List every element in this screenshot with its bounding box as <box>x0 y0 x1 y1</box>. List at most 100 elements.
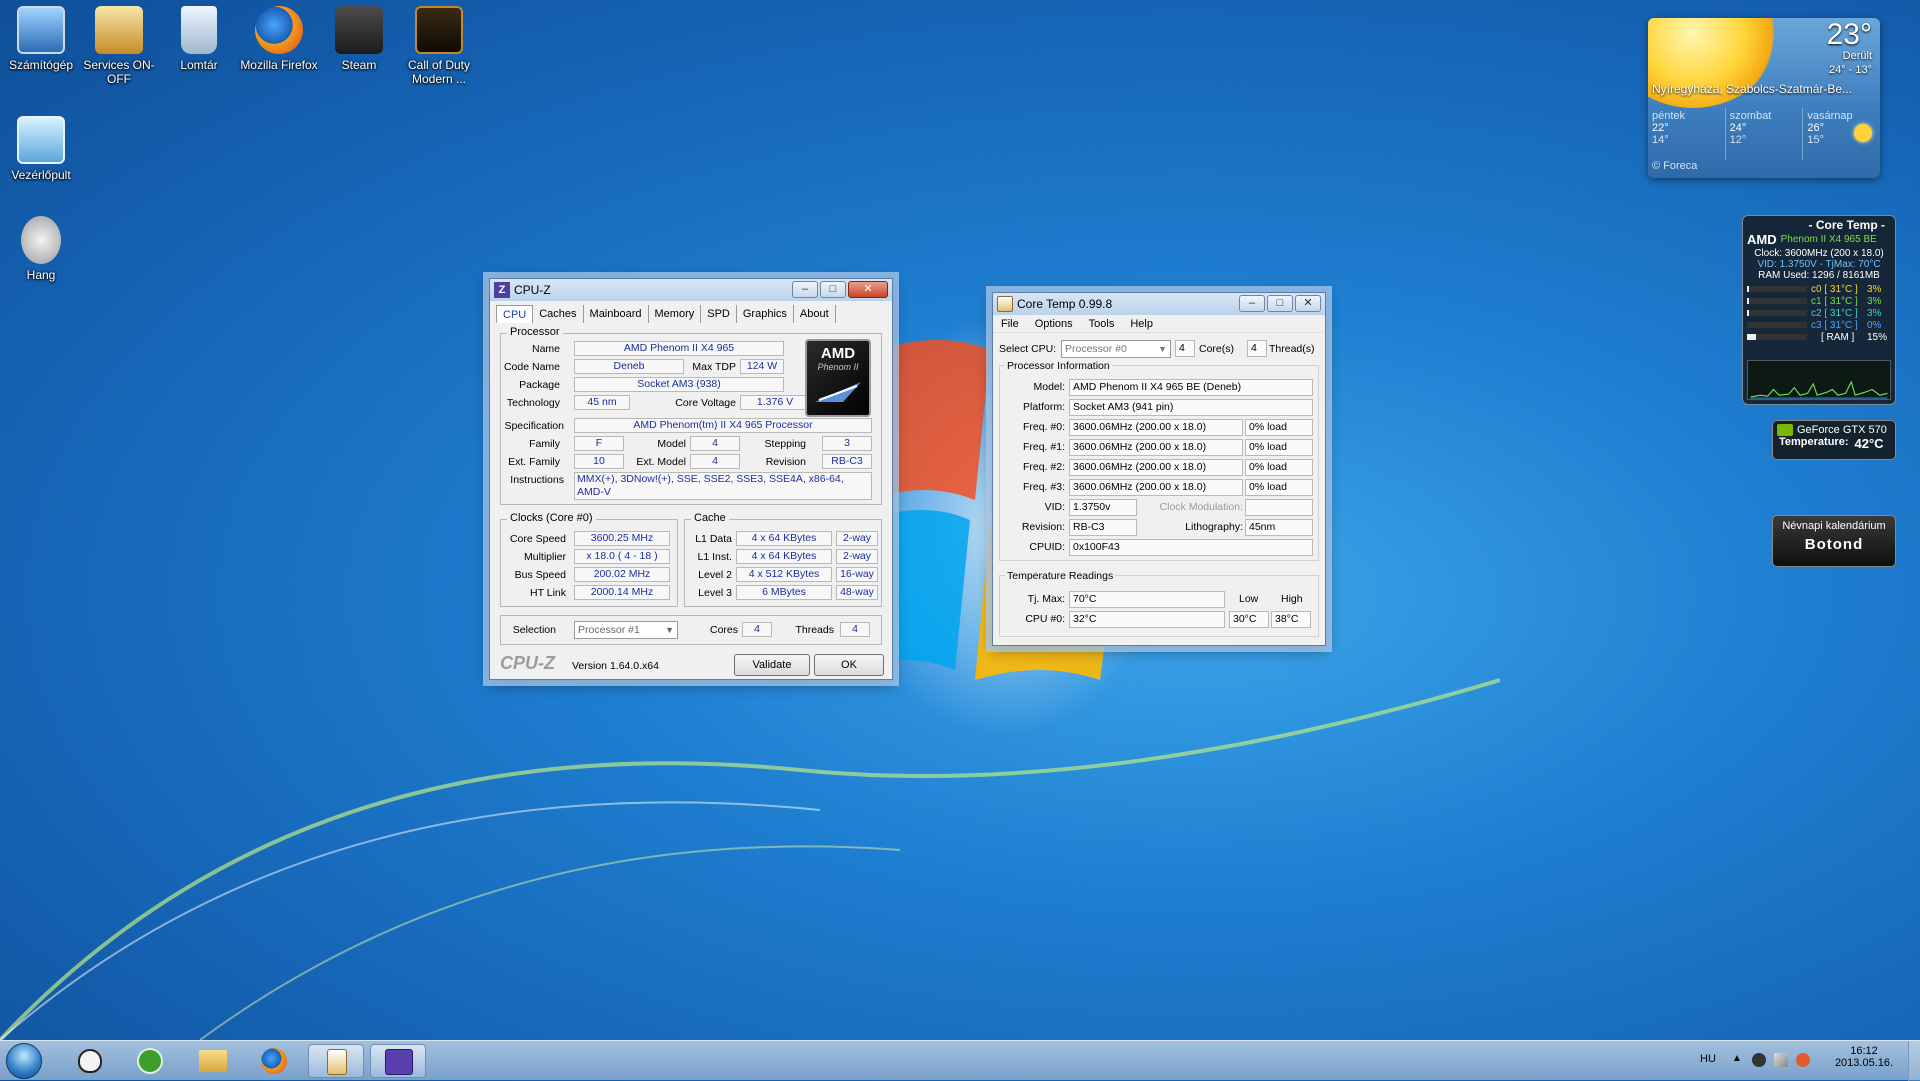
revision-label: Revision: <box>1021 521 1065 533</box>
freq1-load: 0% load <box>1245 439 1313 456</box>
tjmax-value: 70°C <box>1069 591 1225 608</box>
tray-clock[interactable]: 16:12 2013.05.16. <box>1822 1045 1906 1069</box>
coretemp-menubar: File Options Tools Help <box>993 315 1325 333</box>
minimize-button[interactable]: – <box>1239 295 1265 312</box>
high-label: High <box>1281 593 1303 605</box>
taskbar-alienware[interactable] <box>62 1044 118 1078</box>
desktop-icon-computer[interactable]: Számítógép <box>0 6 82 72</box>
taskbar-firefox[interactable] <box>246 1044 302 1078</box>
minimize-button[interactable]: – <box>792 281 818 298</box>
language-indicator[interactable]: HU <box>1700 1053 1716 1065</box>
taskbar-cpuz[interactable] <box>370 1044 426 1078</box>
extmodel-label: Ext. Model <box>636 456 686 468</box>
cpuz-window[interactable]: Z CPU-Z – □ ✕ CPU Caches Mainboard Memor… <box>489 278 893 680</box>
computer-icon <box>17 6 65 54</box>
weather-gadget[interactable]: 23° Derült 24° - 13° Nyíregyháza, Szabol… <box>1648 18 1880 178</box>
menu-options[interactable]: Options <box>1035 315 1073 332</box>
window-title: Core Temp 0.99.8 <box>1017 297 1113 311</box>
desktop-icon-control-panel[interactable]: Vezérlőpult <box>0 116 82 182</box>
tab-about[interactable]: About <box>794 305 836 323</box>
speaker-icon <box>21 216 61 264</box>
recycle-bin-icon <box>181 6 217 54</box>
validate-button[interactable]: Validate <box>734 654 810 676</box>
l1i-label: L1 Inst. <box>697 551 732 563</box>
explorer-icon <box>199 1050 227 1072</box>
core-bar-track <box>1747 310 1807 316</box>
menu-tools[interactable]: Tools <box>1089 315 1115 332</box>
taskbar-explorer[interactable] <box>184 1044 240 1078</box>
steam-tray-icon[interactable] <box>1752 1053 1766 1067</box>
cpuid-label: CPUID: <box>1029 541 1065 553</box>
coretemp-gadget[interactable]: - Core Temp - AMD Phenom II X4 965 BE Cl… <box>1742 215 1896 405</box>
amd-phenom-logo: AMD Phenom II <box>805 339 871 417</box>
coretemp-window[interactable]: Core Temp 0.99.8 – □ ✕ File Options Tool… <box>992 292 1326 646</box>
stepping-label: Stepping <box>764 438 806 450</box>
desktop-icon-label: Vezérlőpult <box>11 168 71 182</box>
tab-memory[interactable]: Memory <box>649 305 702 323</box>
tab-spd[interactable]: SPD <box>701 305 737 323</box>
gpu-gadget[interactable]: GeForce GTX 570 Temperature: 42°C <box>1772 420 1896 460</box>
core-bar-fill <box>1747 298 1749 304</box>
close-button[interactable]: ✕ <box>1295 295 1321 312</box>
cpuz-titlebar[interactable]: Z CPU-Z – □ ✕ <box>490 279 892 301</box>
freq0-label: Freq. #0: <box>1022 421 1065 433</box>
taskbar-coretemp[interactable] <box>308 1044 364 1078</box>
phenom-swoosh-icon <box>815 382 861 402</box>
menu-help[interactable]: Help <box>1130 315 1153 332</box>
tab-caches[interactable]: Caches <box>533 305 584 323</box>
platform-value: Socket AM3 (941 pin) <box>1069 399 1313 416</box>
desktop-icon-label: Hang <box>26 268 56 282</box>
ok-button[interactable]: OK <box>814 654 884 676</box>
model-value: 4 <box>690 436 740 451</box>
maximize-button[interactable]: □ <box>820 281 846 298</box>
technology-label: Technology <box>506 397 560 409</box>
tab-cpu[interactable]: CPU <box>496 305 534 323</box>
nameday-gadget[interactable]: Névnapi kalendárium Botond <box>1772 515 1896 567</box>
weather-source[interactable]: © Foreca <box>1652 160 1697 172</box>
gadget-cpu-row: AMD Phenom II X4 965 BE <box>1743 232 1895 248</box>
small-sun-icon <box>1854 124 1873 142</box>
menu-file[interactable]: File <box>1001 315 1019 332</box>
cpu-load-graph <box>1747 360 1891 400</box>
tab-mainboard[interactable]: Mainboard <box>584 305 649 323</box>
desktop-icon-label: Services ON-OFF <box>83 58 155 86</box>
alert-tray-icon[interactable] <box>1796 1053 1810 1067</box>
firefox-icon <box>261 1048 287 1074</box>
desktop-icon-recycle-bin[interactable]: Lomtár <box>158 6 240 72</box>
window-title: CPU-Z <box>514 283 551 297</box>
forecast-day: szombat 24° 12° <box>1726 108 1804 160</box>
coretemp-titlebar[interactable]: Core Temp 0.99.8 – □ ✕ <box>993 293 1325 315</box>
cpuz-cpu-panel: Processor Name AMD Phenom II X4 965 Code… <box>490 323 892 679</box>
desktop-icon-steam[interactable]: Steam <box>318 6 400 72</box>
revision-value: RB-C3 <box>1069 519 1137 536</box>
forecast-low: 12° <box>1729 134 1747 146</box>
package-value: Socket AM3 (938) <box>574 377 784 392</box>
show-hidden-icons-icon[interactable]: ▲ <box>1732 1053 1742 1064</box>
core-bar-track <box>1747 322 1807 328</box>
close-button[interactable]: ✕ <box>848 281 888 298</box>
freq0-load: 0% load <box>1245 419 1313 436</box>
control-panel-icon <box>17 116 65 164</box>
maximize-button[interactable]: □ <box>1267 295 1293 312</box>
technology-value: 45 nm <box>574 395 630 410</box>
desktop-icon-sound[interactable]: Hang <box>0 216 82 282</box>
core-row: c2 [ 31°C ] 3% <box>1747 307 1891 319</box>
l2-value: 4 x 512 KBytes <box>736 567 832 582</box>
start-orb-icon[interactable] <box>6 1043 42 1079</box>
desktop-icon-services[interactable]: Services ON-OFF <box>78 6 160 86</box>
show-desktop-button[interactable] <box>1908 1041 1920 1081</box>
taskbar-utorrent[interactable] <box>122 1044 178 1078</box>
desktop-icon-cod[interactable]: Call of Duty Modern ... <box>398 6 480 86</box>
selection-dropdown[interactable]: Processor #1 ▼ <box>574 621 678 639</box>
desktop-icon-firefox[interactable]: Mozilla Firefox <box>238 6 320 72</box>
selectcpu-dropdown[interactable]: Processor #0 ▼ <box>1061 340 1171 358</box>
taskbar: HU ▲ 16:12 2013.05.16. <box>0 1040 1920 1081</box>
core-bar-track <box>1747 298 1807 304</box>
chevron-down-icon: ▼ <box>665 625 674 635</box>
core-label: c1 [ 31°C ] <box>1811 295 1858 307</box>
network-tray-icon[interactable] <box>1774 1053 1788 1067</box>
tab-graphics[interactable]: Graphics <box>737 305 794 323</box>
forecast-day: vasárnap 26° 15° <box>1803 108 1880 160</box>
cpu0-label: CPU #0: <box>1025 613 1065 625</box>
codename-value: Deneb <box>574 359 684 374</box>
